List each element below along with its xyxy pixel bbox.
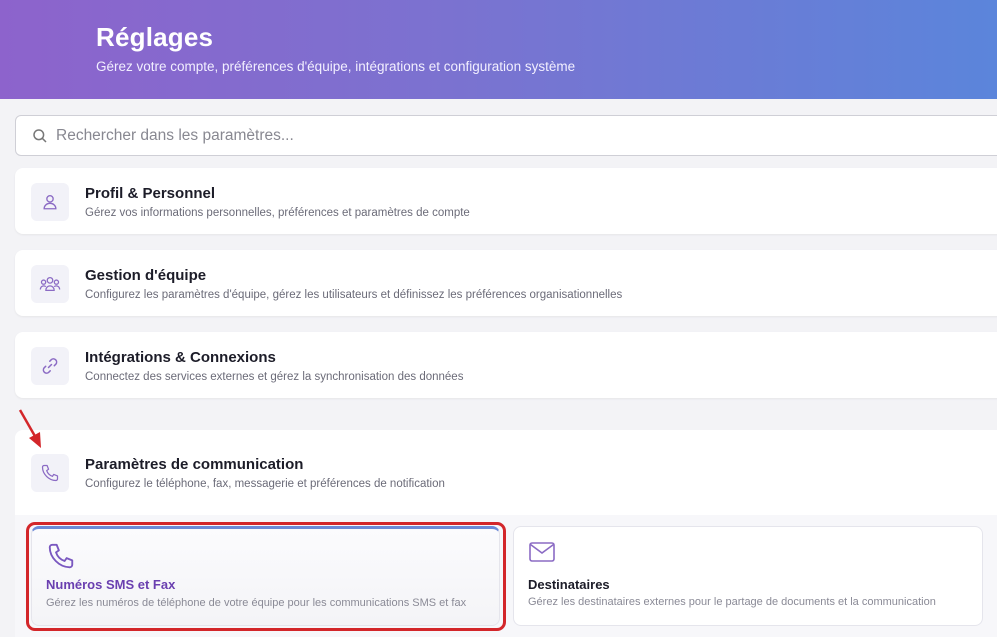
- card-description: Gérez les numéros de téléphone de votre …: [46, 597, 467, 609]
- mail-icon: [528, 539, 556, 570]
- section-description: Gérez vos informations personnelles, pré…: [85, 207, 470, 219]
- card-title: Numéros SMS et Fax: [46, 577, 176, 592]
- section-description: Configurez le téléphone, fax, messagerie…: [85, 478, 445, 490]
- user-icon: [31, 183, 69, 221]
- card-description: Gérez les destinataires externes pour le…: [528, 596, 936, 608]
- section-title: Intégrations & Connexions: [85, 349, 276, 366]
- section-description: Configurez les paramètres d'équipe, gére…: [85, 289, 623, 301]
- section-title: Paramètres de communication: [85, 456, 304, 473]
- section-communication-header[interactable]: Paramètres de communication Configurez l…: [15, 430, 997, 515]
- page-header: Réglages Gérez votre compte, préférences…: [0, 0, 997, 99]
- section-description: Connectez des services externes et gérez…: [85, 371, 464, 383]
- section-title: Gestion d'équipe: [85, 267, 207, 284]
- annotation-arrow-icon: [16, 408, 46, 455]
- phone-icon: [31, 454, 69, 492]
- section-profile[interactable]: Profil & Personnel Gérez vos information…: [15, 168, 997, 234]
- link-icon: [31, 347, 69, 385]
- page-title: Réglages: [96, 22, 214, 52]
- users-icon: [31, 265, 69, 303]
- recipients-card[interactable]: Destinataires Gérez les destinataires ex…: [513, 526, 983, 626]
- section-integrations[interactable]: Intégrations & Connexions Connectez des …: [15, 332, 997, 398]
- section-team[interactable]: Gestion d'équipe Configurez les paramètr…: [15, 250, 997, 316]
- card-title: Destinataires: [528, 577, 610, 592]
- section-title: Profil & Personnel: [85, 185, 216, 202]
- page-subtitle: Gérez votre compte, préférences d'équipe…: [96, 59, 576, 74]
- sms-fax-numbers-card[interactable]: Numéros SMS et Fax Gérez les numéros de …: [31, 526, 500, 626]
- search-input[interactable]: [56, 124, 956, 148]
- settings-search-bar[interactable]: [15, 115, 997, 156]
- phone-icon: [46, 541, 76, 576]
- search-icon: [32, 128, 48, 144]
